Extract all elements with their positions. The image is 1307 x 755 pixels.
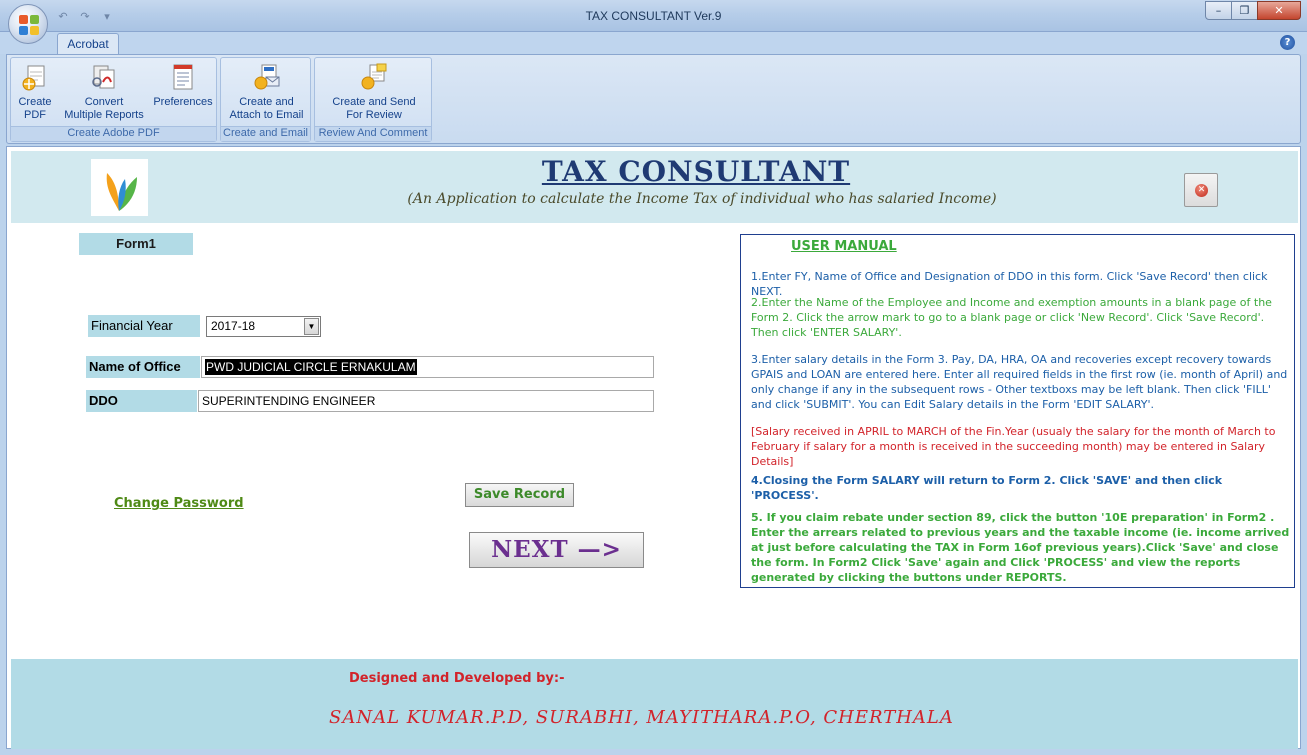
user-manual-panel: USER MANUAL 1.Enter FY, Name of Office a… (740, 234, 1295, 588)
app-subtitle: (An Application to calculate the Income … (407, 191, 997, 207)
window-title: TAX CONSULTANT Ver.9 (585, 9, 722, 23)
minimize-button[interactable]: – (1205, 1, 1232, 20)
create-pdf-icon (20, 62, 50, 92)
group-create-adobe-pdf: Create PDF Convert Multiple Reports Pref… (10, 57, 217, 142)
group-label-create-adobe-pdf: Create Adobe PDF (11, 126, 216, 141)
financial-year-select[interactable]: 2017-18 ▼ (206, 316, 321, 337)
quick-access-toolbar: ↶ ↷ ▾ (54, 7, 116, 25)
office-logo-icon (19, 15, 39, 35)
app-title: TAX CONSULTANT (541, 155, 851, 188)
user-manual-title: USER MANUAL (791, 239, 897, 254)
convert-reports-icon (89, 62, 119, 92)
attach-email-icon (252, 62, 282, 92)
office-button[interactable] (8, 4, 48, 44)
manual-step-3: 3.Enter salary details in the Form 3. Pa… (751, 353, 1288, 411)
convert-multiple-reports-button[interactable]: Convert Multiple Reports (59, 62, 149, 122)
ddo-label: DDO (86, 390, 197, 412)
send-review-icon (359, 62, 389, 92)
ribbon: Create PDF Convert Multiple Reports Pref… (6, 54, 1301, 144)
form-name-label: Form1 (79, 233, 193, 255)
ribbon-tab-row: Acrobat ? (0, 32, 1307, 55)
create-attach-email-button[interactable]: Create and Attach to Email (223, 62, 310, 122)
create-pdf-button[interactable]: Create PDF (13, 62, 57, 122)
name-of-office-label: Name of Office (86, 356, 200, 378)
close-circle-icon: ✕ (1195, 184, 1208, 197)
preferences-icon (168, 62, 198, 92)
group-create-and-email: Create and Attach to Email Create and Em… (220, 57, 311, 142)
footer-band: Designed and Developed by:- SANAL KUMAR.… (11, 659, 1298, 749)
manual-step-5: 5. If you claim rebate under section 89,… (751, 511, 1290, 584)
ddo-input[interactable]: SUPERINTENDING ENGINEER (198, 390, 654, 412)
group-label-create-and-email: Create and Email (221, 126, 310, 141)
qat-dropdown-icon[interactable]: ▾ (98, 7, 116, 25)
header-band: TAX CONSULTANT (An Application to calcul… (11, 151, 1298, 223)
close-button[interactable]: ✕ (1257, 1, 1301, 20)
change-password-link[interactable]: Change Password (114, 496, 244, 511)
developer-name: SANAL KUMAR.P.D, SURABHI, MAYITHARA.P.O,… (329, 707, 954, 728)
app-form: TAX CONSULTANT (An Application to calcul… (6, 146, 1301, 749)
dropdown-arrow-icon[interactable]: ▼ (304, 318, 319, 335)
tab-acrobat[interactable]: Acrobat (57, 33, 119, 55)
help-icon[interactable]: ? (1280, 35, 1295, 50)
undo-icon[interactable]: ↶ (54, 7, 72, 25)
group-label-review-and-comment: Review And Comment (315, 126, 431, 141)
manual-salary-note: [Salary received in APRIL to MARCH of th… (751, 425, 1276, 468)
save-record-button[interactable]: Save Record (465, 483, 574, 507)
redo-icon[interactable]: ↷ (76, 7, 94, 25)
next-button[interactable]: NEXT —> (469, 532, 644, 568)
restore-button[interactable]: ❐ (1231, 1, 1258, 20)
title-bar: TAX CONSULTANT Ver.9 ↶ ↷ ▾ – ❐ ✕ (0, 0, 1307, 32)
preferences-button[interactable]: Preferences (151, 62, 215, 109)
name-of-office-input[interactable]: PWD JUDICIAL CIRCLE ERNAKULAM (201, 356, 654, 378)
exit-app-button[interactable]: ✕ (1184, 173, 1218, 207)
financial-year-label: Financial Year (88, 315, 200, 337)
group-review-and-comment: Create and Send For Review Review And Co… (314, 57, 432, 142)
manual-step-2: 2.Enter the Name of the Employee and Inc… (751, 296, 1272, 339)
create-send-review-button[interactable]: Create and Send For Review (317, 62, 431, 122)
window-controls: – ❐ ✕ (1205, 1, 1301, 20)
developer-label: Designed and Developed by:- (349, 671, 565, 686)
manual-step-4: 4.Closing the Form SALARY will return to… (751, 474, 1223, 502)
